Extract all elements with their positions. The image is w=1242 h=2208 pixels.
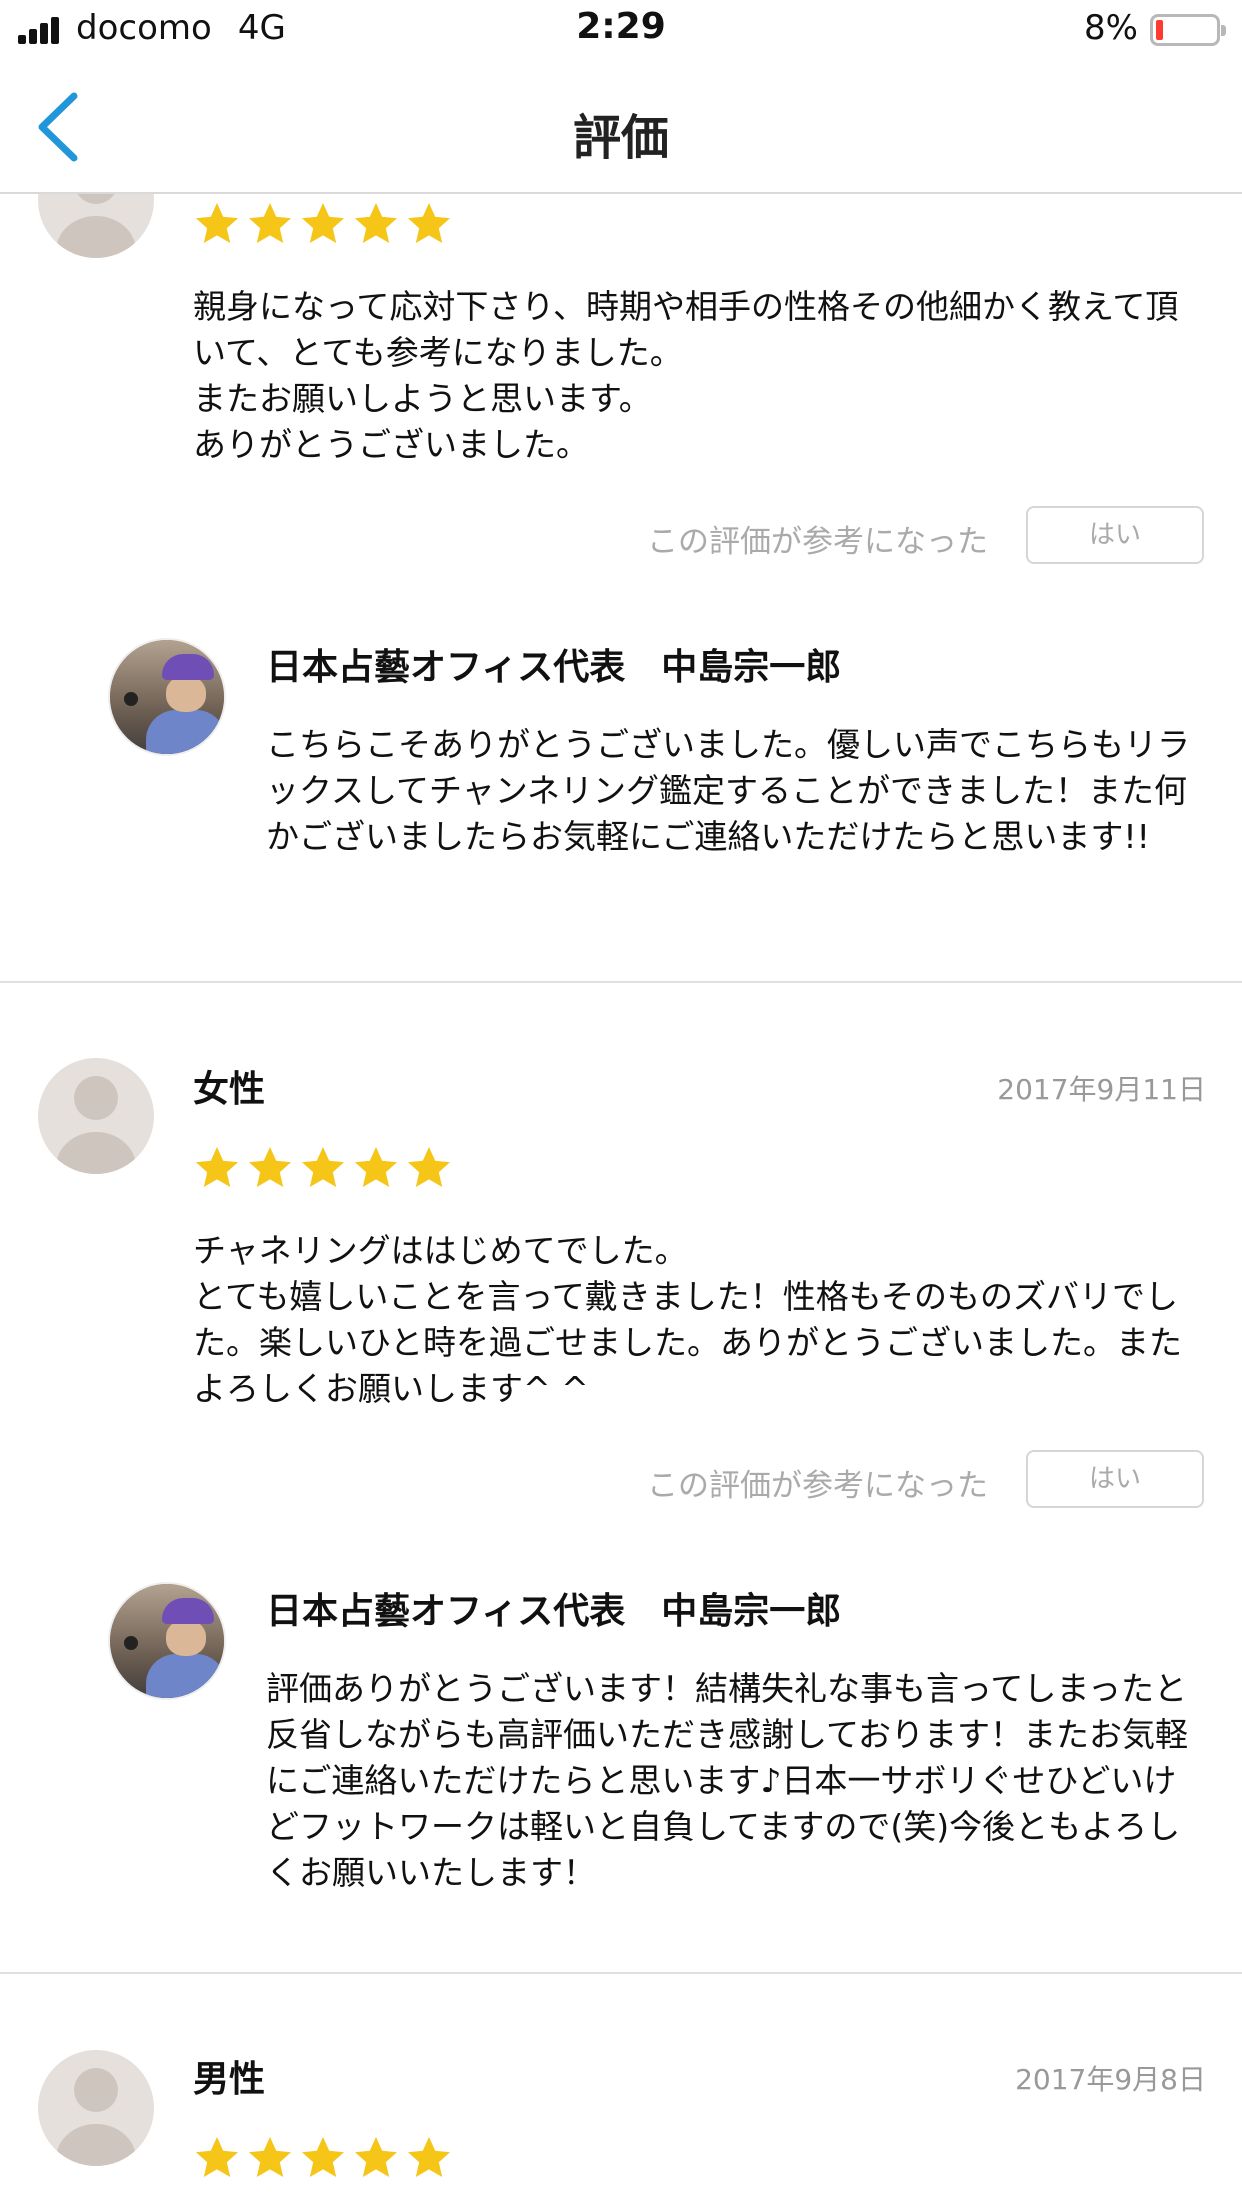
star-icon xyxy=(196,1147,238,1187)
star-icon xyxy=(355,2137,397,2177)
rating-stars xyxy=(193,2134,458,2186)
helpful-label: この評価が参考になった xyxy=(647,524,988,560)
reply-text: こちらこそありがとうございました。優しい声でこちらもリラックスしてチャンネリング… xyxy=(266,725,1190,856)
helpful-yes-button[interactable]: はい xyxy=(1026,1450,1204,1508)
responder-avatar xyxy=(108,638,226,756)
responder-avatar xyxy=(108,1582,226,1700)
star-icon xyxy=(196,2137,238,2177)
star-icon xyxy=(355,1147,397,1187)
reviewer-gender: 男性 xyxy=(193,2059,266,2100)
star-icon xyxy=(249,1147,291,1187)
review-text: チャネリングははじめてでした。 とても嬉しいことを言って戴きました！性格もそのも… xyxy=(193,1231,1183,1408)
review-date: 2017年9月11日 xyxy=(997,1073,1206,1106)
battery-icon xyxy=(1150,14,1226,46)
helpful-label: この評価が参考になった xyxy=(647,1468,988,1504)
divider xyxy=(0,1972,1242,1974)
star-icon xyxy=(302,1147,344,1187)
star-icon xyxy=(408,2137,450,2177)
navigation-bar: 評価 xyxy=(0,62,1242,194)
star-icon xyxy=(302,2137,344,2177)
status-time: 2:29 xyxy=(576,6,666,47)
responder-name: 日本占藝オフィス代表 中島宗一郎 xyxy=(266,647,842,688)
rating-stars xyxy=(193,1144,458,1196)
star-icon xyxy=(196,203,238,243)
helpful-yes-button[interactable]: はい xyxy=(1026,506,1204,564)
star-icon xyxy=(355,203,397,243)
star-icon xyxy=(249,203,291,243)
star-icon xyxy=(408,1147,450,1187)
divider xyxy=(0,981,1242,983)
reviews-list[interactable]: 親身になって応対下さり、時期や相手の性格その他細かく教えて頂いて、とても参考にな… xyxy=(0,192,1242,2208)
star-icon xyxy=(302,203,344,243)
review-text: 親身になって応対下さり、時期や相手の性格その他細かく教えて頂いて、とても参考にな… xyxy=(193,287,1179,464)
reviewer-avatar xyxy=(38,192,154,258)
star-icon xyxy=(249,2137,291,2177)
battery-percent: 8% xyxy=(1084,8,1138,48)
page-title: 評価 xyxy=(572,110,669,166)
reviewer-avatar xyxy=(38,1058,154,1174)
star-icon xyxy=(408,203,450,243)
status-bar: docomo 4G 2:29 8% xyxy=(0,0,1242,62)
reviewer-gender: 女性 xyxy=(193,1069,266,1110)
reply-text: 評価ありがとうございます！結構失礼な事も言ってしまったと反省しながらも高評価いた… xyxy=(266,1669,1189,1892)
review-date: 2017年9月8日 xyxy=(1015,2063,1206,2096)
rating-stars xyxy=(193,200,458,252)
responder-name: 日本占藝オフィス代表 中島宗一郎 xyxy=(266,1591,842,1632)
reviewer-avatar xyxy=(38,2050,154,2166)
